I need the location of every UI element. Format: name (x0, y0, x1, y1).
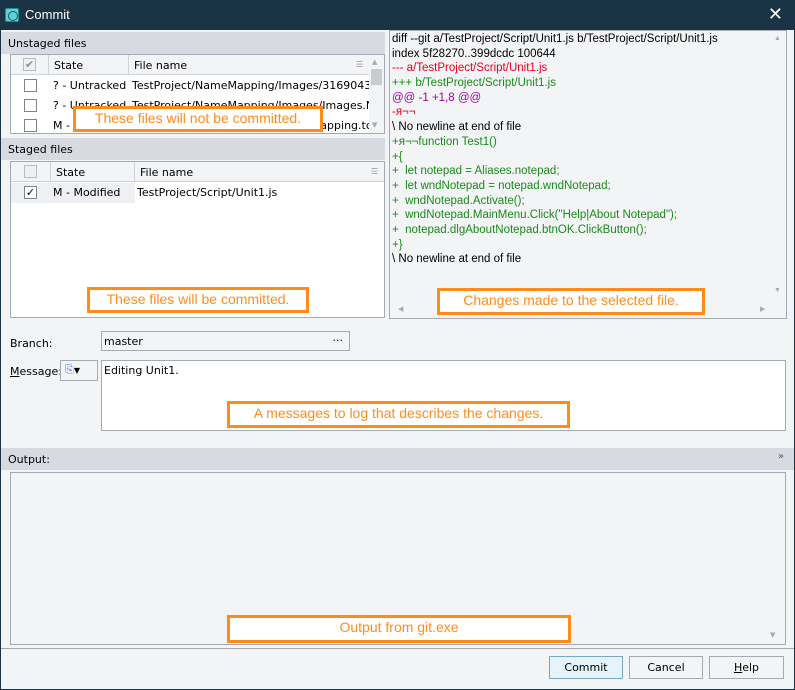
dropdown-arrow-icon: ▼ (73, 366, 80, 375)
diff-callout: Changes made to the selected file. (437, 288, 705, 315)
column-chooser-icon[interactable]: ☰ (356, 60, 363, 69)
message-templates-button[interactable]: ⎘▼ (60, 360, 98, 381)
diff-line: + let wndNotepad = notepad.wndNotepad; (392, 179, 611, 192)
scroll-thumb[interactable] (371, 69, 382, 85)
column-file-name[interactable]: File name ☰ (135, 162, 384, 182)
help-button[interactable]: Help (709, 656, 784, 679)
scroll-down-icon[interactable]: ▼ (770, 631, 775, 639)
file-cell: TestProject/Script/Unit1.js (137, 186, 278, 199)
table-row[interactable]: ? - Untracked TestProject/NameMapping/Im… (11, 76, 369, 96)
copy-document-icon: ⎘ (65, 363, 74, 376)
message-callout: A messages to log that describes the cha… (227, 401, 570, 428)
row-checkbox[interactable] (24, 99, 37, 112)
window-title: Commit (25, 7, 70, 22)
message-label: Message: (10, 365, 62, 378)
cancel-button[interactable]: Cancel (629, 656, 703, 679)
diff-line: +++ b/TestProject/Script/Unit1.js (392, 77, 556, 90)
staged-callout: These files will be committed. (87, 287, 309, 313)
file-cell: TestProject/NameMapping/Images/316904328… (132, 79, 369, 92)
commit-button[interactable]: Commit (549, 656, 623, 679)
staged-files-header: Staged files (1, 138, 385, 160)
output-header: Output: » (1, 448, 794, 470)
column-chooser-icon[interactable]: ☰ (371, 167, 378, 176)
vertical-scrollbar[interactable]: ▲ ▼ (369, 55, 384, 133)
diff-line: + wndNotepad.Activate(); (392, 194, 525, 207)
close-icon[interactable]: ✕ (768, 4, 783, 25)
state-cell: M - Modified (53, 186, 121, 199)
table-row[interactable]: ✓ M - Modified (11, 183, 135, 203)
grid-header: State File name ☰ (11, 162, 384, 182)
select-all-checkbox[interactable] (24, 165, 37, 178)
diff-line: + notepad.dlgAboutNotepad.btnOK.ClickBut… (392, 223, 647, 236)
unstaged-files-header: Unstaged files (1, 32, 385, 54)
diff-line: diff --git a/TestProject/Script/Unit1.js… (392, 33, 718, 45)
diff-line: \ No newline at end of file (392, 253, 522, 266)
diff-line: + let notepad = Aliases.notepad; (392, 165, 560, 178)
column-state[interactable]: State (51, 162, 135, 182)
browse-branch-button[interactable]: ··· (333, 334, 344, 347)
diff-viewer[interactable]: diff --git a/TestProject/Script/Unit1.js… (389, 30, 787, 319)
branch-label: Branch: (10, 337, 53, 350)
dialog-client: Unstaged files ✔ State File name ☰ ? - U… (1, 30, 794, 689)
diff-vertical-scrollbar[interactable]: ▲ ▼ (771, 31, 786, 302)
scroll-left-icon[interactable]: ◀ (398, 305, 403, 313)
select-all-checkbox[interactable]: ✔ (23, 58, 36, 71)
scroll-down-icon[interactable]: ▼ (372, 121, 377, 129)
scroll-up-icon[interactable]: ▲ (774, 35, 781, 42)
diff-line: @@ -1 +1,8 @@ (392, 91, 482, 104)
unstaged-callout: These files will not be committed. (73, 106, 323, 132)
diff-line: +{ (392, 150, 403, 163)
scroll-down-icon[interactable]: ▼ (774, 287, 781, 294)
diff-lines: diff --git a/TestProject/Script/Unit1.js… (392, 33, 718, 268)
row-checkbox[interactable] (24, 79, 37, 92)
diff-line: index 5f28270..399dcdc 100644 (392, 47, 556, 60)
row-checkbox[interactable]: ✓ (24, 186, 37, 199)
diff-line: --- a/TestProject/Script/Unit1.js (392, 62, 548, 75)
title-bar: Commit ✕ (0, 0, 795, 30)
grid-header: ✔ State File name ☰ (11, 55, 369, 75)
divider (1, 648, 794, 649)
column-state[interactable]: State (49, 55, 129, 75)
diff-line: + wndNotepad.MainMenu.Click("Help|About … (392, 209, 678, 222)
diff-line: +} (392, 238, 403, 251)
app-icon (5, 8, 19, 22)
scroll-right-icon[interactable]: ▶ (760, 305, 765, 313)
branch-value: master (104, 335, 143, 348)
state-cell: ? - Untracked (53, 79, 127, 92)
scroll-up-icon[interactable]: ▲ (372, 58, 377, 66)
output-callout: Output from git.exe (227, 615, 571, 643)
collapse-icon[interactable]: » (778, 451, 784, 462)
diff-line: +я¬¬function Test1() (392, 135, 497, 148)
diff-line: -я¬¬ (392, 106, 416, 119)
column-file-name[interactable]: File name ☰ (129, 55, 369, 75)
row-checkbox[interactable] (24, 119, 37, 132)
branch-field[interactable]: master ··· (101, 331, 350, 351)
diff-line: \ No newline at end of file (392, 121, 522, 134)
